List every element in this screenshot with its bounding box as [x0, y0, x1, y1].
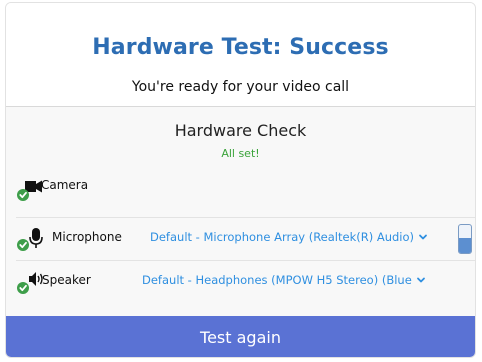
microphone-icon — [17, 228, 43, 251]
speaker-selected-value: Default - Headphones (MPOW H5 Stereo) (B… — [142, 273, 412, 287]
chevron-down-icon — [416, 277, 425, 283]
microphone-selected-value: Default - Microphone Array (Realtek(R) A… — [150, 230, 415, 244]
dialog-title: Hardware Test: Success — [92, 35, 389, 60]
device-row-microphone: Microphone Default - Microphone Array (R… — [16, 217, 475, 259]
hardware-test-dialog: Hardware Test: Success You're ready for … — [5, 2, 476, 358]
hardware-check-panel: Hardware Check All set! Camera Microphon… — [6, 106, 475, 316]
microphone-level-fill — [459, 237, 471, 253]
check-icon — [17, 282, 29, 294]
chevron-down-icon — [419, 234, 427, 240]
microphone-label: Microphone — [52, 230, 122, 244]
check-icon — [17, 239, 29, 251]
dialog-header: Hardware Test: Success You're ready for … — [6, 3, 475, 106]
microphone-select[interactable]: Default - Microphone Array (Realtek(R) A… — [150, 230, 452, 244]
speaker-label: Speaker — [42, 273, 91, 287]
test-again-button[interactable]: Test again — [6, 316, 475, 357]
device-row-speaker: Speaker Default - Headphones (MPOW H5 St… — [16, 260, 475, 302]
camera-label: Camera — [41, 178, 89, 192]
device-row-camera: Camera — [16, 169, 475, 211]
hardware-check-title: Hardware Check — [174, 121, 307, 140]
speaker-select[interactable]: Default - Headphones (MPOW H5 Stereo) (B… — [142, 273, 462, 287]
hardware-check-status: All set! — [221, 147, 260, 160]
microphone-level-meter — [458, 224, 472, 254]
dialog-subtitle: You're ready for your video call — [131, 79, 350, 95]
check-icon — [17, 189, 29, 201]
